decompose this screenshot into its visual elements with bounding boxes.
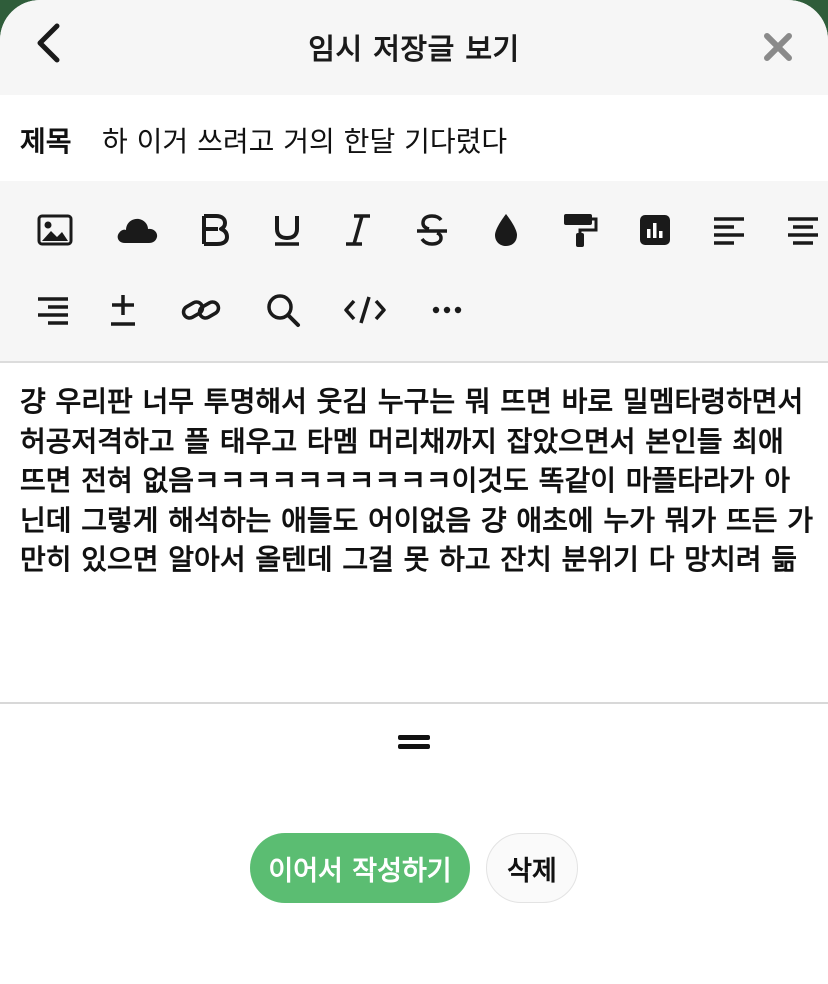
code-icon (344, 296, 386, 324)
chart-icon (640, 215, 670, 245)
search-button[interactable] (258, 285, 308, 335)
draft-body-text[interactable]: 걍 우리판 너무 투명해서 웃김 누구는 뭐 뜨면 바로 밀멤타령하면서 허공저… (20, 382, 815, 580)
editor-toolbar (0, 181, 828, 363)
bold-button[interactable] (190, 205, 240, 255)
drag-handle[interactable] (398, 734, 430, 752)
strikethrough-icon (417, 214, 447, 246)
drag-handle-bar (398, 735, 430, 740)
align-left-button[interactable] (704, 205, 754, 255)
align-center-button[interactable] (778, 205, 828, 255)
align-right-icon (38, 297, 68, 325)
continue-writing-button[interactable]: 이어서 작성하기 (250, 833, 470, 903)
page-title: 임시 저장글 보기 (308, 32, 520, 66)
close-button[interactable] (752, 24, 804, 70)
header-bar: 임시 저장글 보기 (0, 0, 828, 95)
title-value[interactable]: 하 이거 쓰려고 거의 한달 기다렸다 (102, 120, 507, 160)
chart-button[interactable] (630, 205, 680, 255)
close-icon (764, 33, 792, 61)
more-button[interactable] (422, 285, 472, 335)
image-icon (37, 214, 73, 246)
bold-icon (202, 214, 229, 246)
strikethrough-button[interactable] (407, 205, 457, 255)
draft-view-sheet: 임시 저장글 보기 제목 하 이거 쓰려고 거의 한달 기다렸다 걍 우리판 너… (0, 0, 828, 984)
plus-minus-icon (111, 295, 135, 326)
title-label: 제목 (20, 125, 72, 158)
highlight-button[interactable] (555, 205, 605, 255)
search-icon (267, 294, 300, 327)
underline-icon (275, 216, 299, 246)
link-button[interactable] (176, 285, 226, 335)
align-left-icon (714, 217, 744, 245)
text-color-icon (495, 214, 517, 246)
cloud-icon (117, 218, 158, 243)
align-right-button[interactable] (28, 285, 78, 335)
plus-minus-button[interactable] (98, 285, 148, 335)
italic-button[interactable] (333, 205, 383, 255)
delete-button[interactable]: 삭제 (486, 833, 578, 903)
text-color-button[interactable] (481, 205, 531, 255)
drag-handle-bar (398, 744, 430, 749)
insert-image-button[interactable] (30, 205, 80, 255)
code-button[interactable] (340, 285, 390, 335)
link-icon (181, 300, 221, 320)
cloud-upload-button[interactable] (112, 205, 162, 255)
underline-button[interactable] (262, 205, 312, 255)
paint-roller-icon (564, 214, 598, 247)
italic-icon (346, 214, 370, 246)
more-icon (432, 306, 462, 314)
align-center-icon (788, 217, 818, 245)
divider (0, 702, 828, 704)
